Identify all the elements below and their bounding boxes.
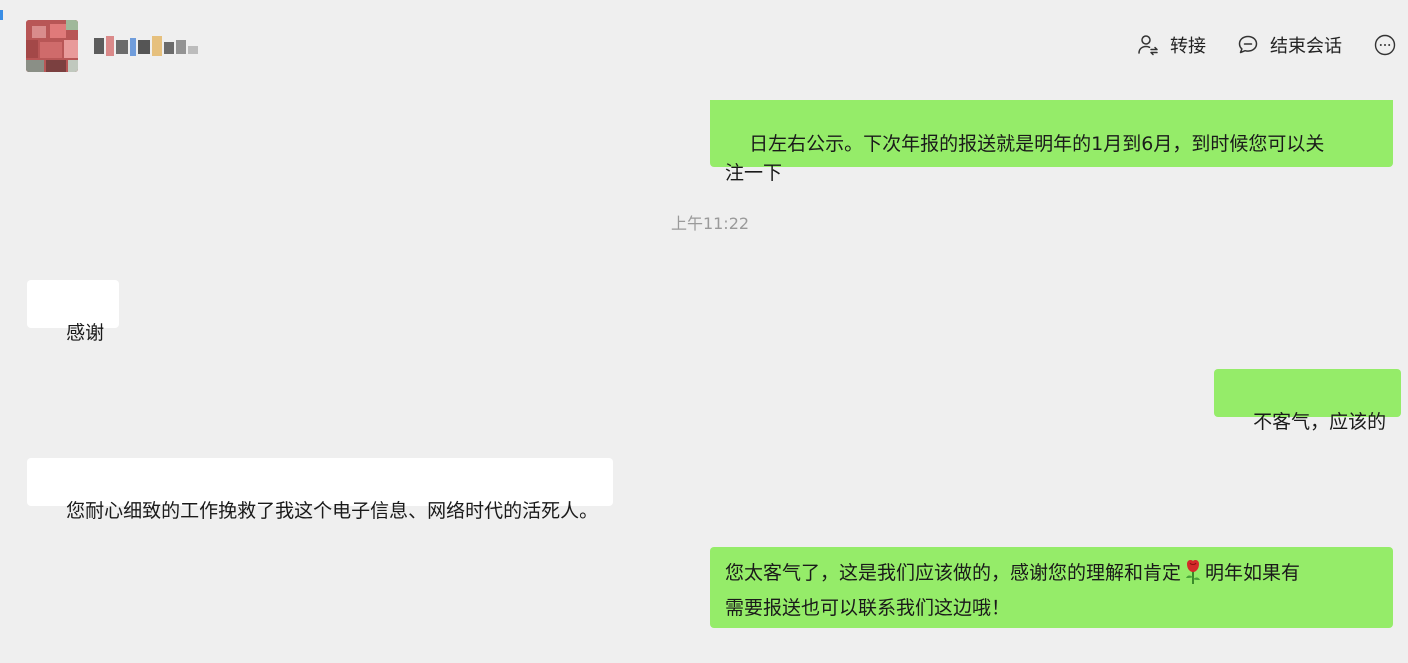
transfer-button[interactable]: 转接 xyxy=(1136,32,1206,58)
contact-name xyxy=(92,34,202,64)
end-session-button[interactable]: 结束会话 xyxy=(1236,32,1342,58)
transfer-user-icon xyxy=(1136,33,1160,57)
message-text: 感谢 xyxy=(66,322,105,344)
header-actions: 转接 结束会话 xyxy=(1136,30,1408,60)
chat-bubble-icon xyxy=(1236,33,1260,57)
avatar[interactable] xyxy=(26,20,78,72)
message-outgoing[interactable]: 不客气，应该的 xyxy=(1214,369,1402,433)
message-outgoing[interactable]: 您太客气了，这是我们应该做的，感谢您的理解和肯定 明年如果有 需要报送也可以联系… xyxy=(710,547,1393,628)
message-outgoing[interactable]: 日左右公示。下次年报的报送就是明年的1月到6月，到时候您可以关 注一下 xyxy=(710,100,1393,184)
more-icon xyxy=(1374,34,1396,56)
more-button[interactable] xyxy=(1374,34,1396,56)
chat-header: 转接 结束会话 xyxy=(0,0,1408,92)
message-text: 不客气，应该的 xyxy=(1253,411,1387,433)
message-timestamp: 上午11:22 xyxy=(670,214,750,233)
end-session-label: 结束会话 xyxy=(1270,36,1342,57)
message-text-before-emoji: 您太客气了，这是我们应该做的，感谢您的理解和肯定 xyxy=(725,562,1182,584)
chat-window: 转接 结束会话 日左右公示。下次年报的报送就是明年的1月到6月，到时候您可以关 … xyxy=(0,0,1408,663)
message-incoming[interactable]: 您耐心细致的工作挽救了我这个电子信息、网络时代的活死人。 xyxy=(27,458,614,522)
rose-icon xyxy=(1183,559,1203,594)
message-incoming[interactable]: 感谢 xyxy=(27,280,120,344)
message-text: 日左右公示。下次年报的报送就是明年的1月到6月，到时候您可以关 注一下 xyxy=(725,133,1325,184)
transfer-label: 转接 xyxy=(1170,36,1206,57)
message-text: 您耐心细致的工作挽救了我这个电子信息、网络时代的活死人。 xyxy=(66,500,599,522)
